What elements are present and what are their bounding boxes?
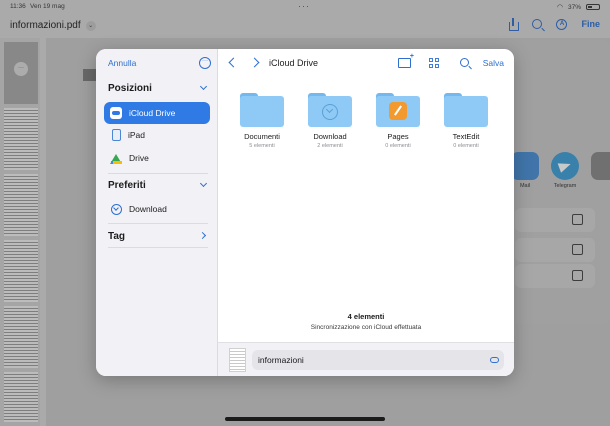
picker-sidebar: Annulla ··· Posizioni iCloud Drive iPad … <box>96 49 218 376</box>
sidebar-item-icloud-drive[interactable]: iCloud Drive <box>104 102 210 124</box>
folder-item-textedit[interactable]: TextEdit 0 elementi <box>444 93 488 149</box>
document-thumbnail <box>229 348 246 372</box>
sidebar-item-label: Download <box>129 204 167 214</box>
save-button[interactable]: Salva <box>483 58 504 68</box>
folder-item-documenti[interactable]: Documenti 5 elementi <box>240 93 284 149</box>
sidebar-item-label: iPad <box>128 130 146 140</box>
back-chevron-icon[interactable] <box>228 57 239 68</box>
sidebar-item-label: Drive <box>129 153 149 163</box>
folder-icon <box>444 93 488 127</box>
sidebar-divider <box>108 247 208 248</box>
section-title: Preferiti <box>108 180 146 191</box>
section-tags-header[interactable]: Tag <box>108 231 208 242</box>
save-bar <box>218 342 514 376</box>
more-options-icon[interactable]: ··· <box>199 57 211 69</box>
grid-view-icon[interactable] <box>429 58 439 68</box>
file-name: Download <box>313 132 347 141</box>
tag-toggle-icon[interactable] <box>490 357 499 363</box>
folder-item-pages[interactable]: Pages 0 elementi <box>376 93 420 149</box>
file-count: 2 elementi <box>317 143 343 149</box>
sidebar-divider <box>108 223 208 224</box>
sidebar-item-ipad[interactable]: iPad <box>104 124 210 146</box>
download-circle-icon <box>111 203 122 215</box>
picker-toolbar: iCloud Drive Salva <box>218 49 514 77</box>
folder-icon <box>240 93 284 127</box>
file-name: Documenti <box>244 132 280 141</box>
file-count: 0 elementi <box>385 143 411 149</box>
sidebar-item-drive[interactable]: Drive <box>104 147 210 169</box>
cancel-button[interactable]: Annulla <box>108 58 136 68</box>
chevron-down-icon[interactable] <box>200 84 208 92</box>
ipad-icon <box>112 129 121 141</box>
home-indicator[interactable] <box>225 417 385 421</box>
item-count: 4 elementi <box>347 312 385 321</box>
folder-item-download[interactable]: Download 2 elementi <box>308 93 352 149</box>
forward-chevron-icon[interactable] <box>249 57 260 68</box>
file-name: TextEdit <box>452 132 480 141</box>
section-title: Tag <box>108 231 126 242</box>
download-folder-icon <box>308 93 352 127</box>
section-title: Posizioni <box>108 83 152 94</box>
new-folder-icon[interactable] <box>398 53 414 68</box>
sidebar-top-bar: Annulla ··· <box>108 57 211 70</box>
file-grid: Documenti 5 elementi Download 2 elementi… <box>240 93 488 149</box>
picker-main: iCloud Drive Salva Documenti 5 elementi … <box>218 49 514 376</box>
filename-input[interactable] <box>252 350 504 370</box>
sidebar-divider <box>108 173 208 174</box>
file-count: 0 elementi <box>453 143 479 149</box>
file-name: Pages <box>387 132 409 141</box>
sidebar-item-download[interactable]: Download <box>104 198 210 220</box>
pages-folder-icon <box>376 93 420 127</box>
file-picker-modal: Annulla ··· Posizioni iCloud Drive iPad … <box>96 49 514 376</box>
section-favorites-header[interactable]: Preferiti <box>108 180 208 191</box>
section-locations-header[interactable]: Posizioni <box>108 83 208 94</box>
file-count: 5 elementi <box>249 143 275 149</box>
chevron-right-icon[interactable] <box>200 232 208 240</box>
sidebar-item-label: iCloud Drive <box>129 108 176 118</box>
sync-status: Sincronizzazione con iCloud effettuata <box>310 324 422 331</box>
search-icon[interactable] <box>460 58 469 67</box>
icloud-icon <box>110 107 122 119</box>
location-title: iCloud Drive <box>269 58 319 68</box>
chevron-down-icon[interactable] <box>200 181 208 189</box>
google-drive-icon <box>110 153 122 164</box>
